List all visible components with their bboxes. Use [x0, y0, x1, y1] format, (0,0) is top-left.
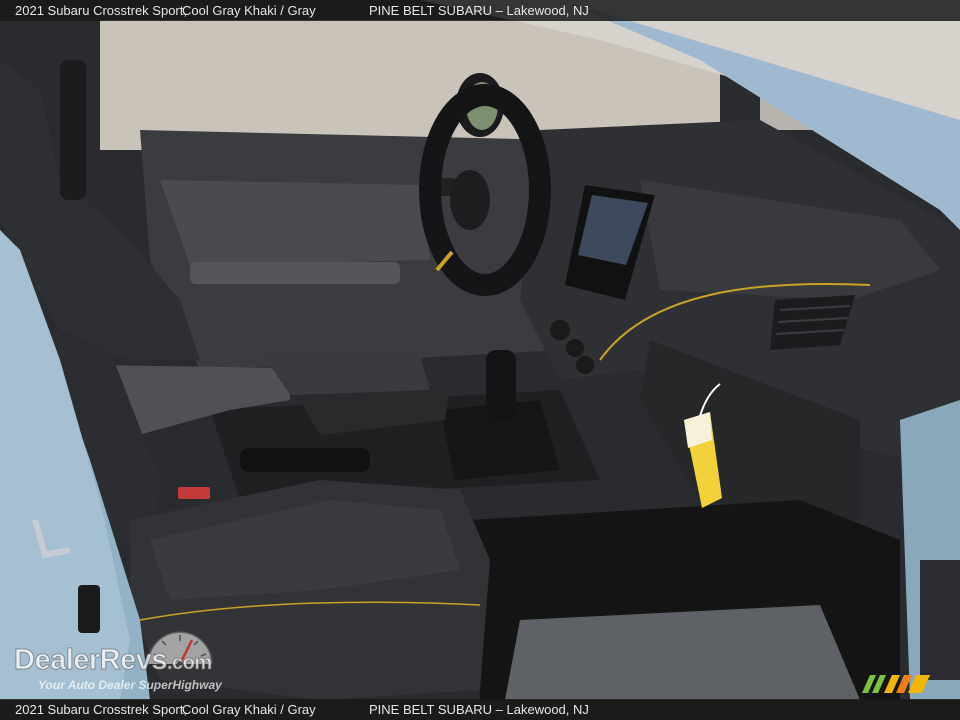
- driver-seat-cushion: [260, 350, 430, 395]
- dealer-caption: PINE BELT SUBARU – Lakewood, NJ: [369, 3, 589, 18]
- color-caption: Cool Gray Khaki / Gray: [182, 3, 316, 18]
- climate-knob-left: [550, 320, 570, 340]
- car-interior-photo: [0, 0, 960, 720]
- vehicle-caption: 2021 Subaru Crosstrek Sport,: [15, 3, 187, 18]
- dealerrevs-watermark: DealerRevs.com Your Auto Dealer SuperHig…: [12, 622, 272, 694]
- watermark-brand-suffix: .com: [167, 652, 213, 675]
- door-armrest: [190, 262, 400, 284]
- stripes-logo: [862, 675, 930, 693]
- plastic-floor-cover: [505, 605, 860, 700]
- gear-shifter: [486, 350, 516, 420]
- caption-bar-bottom: 2021 Subaru Crosstrek Sport, Cool Gray K…: [0, 699, 960, 720]
- climate-knob-right: [576, 356, 594, 374]
- seat-tag-red: [178, 487, 210, 499]
- caption-bar-top: 2021 Subaru Crosstrek Sport, Cool Gray K…: [0, 0, 960, 21]
- watermark-brand: DealerRevs.com: [14, 644, 213, 677]
- watermark-brand-name: DealerRevs: [14, 644, 169, 677]
- interior-scene: [0, 0, 960, 720]
- dealer-caption-bottom: PINE BELT SUBARU – Lakewood, NJ: [369, 702, 589, 717]
- vehicle-caption-bottom: 2021 Subaru Crosstrek Sport,: [15, 702, 187, 717]
- climate-knob-center: [566, 339, 584, 357]
- cup-holders: [240, 448, 370, 472]
- color-caption-bottom: Cool Gray Khaki / Gray: [182, 702, 316, 717]
- watermark-tagline: Your Auto Dealer SuperHighway: [38, 678, 222, 692]
- seat-belt: [60, 60, 86, 200]
